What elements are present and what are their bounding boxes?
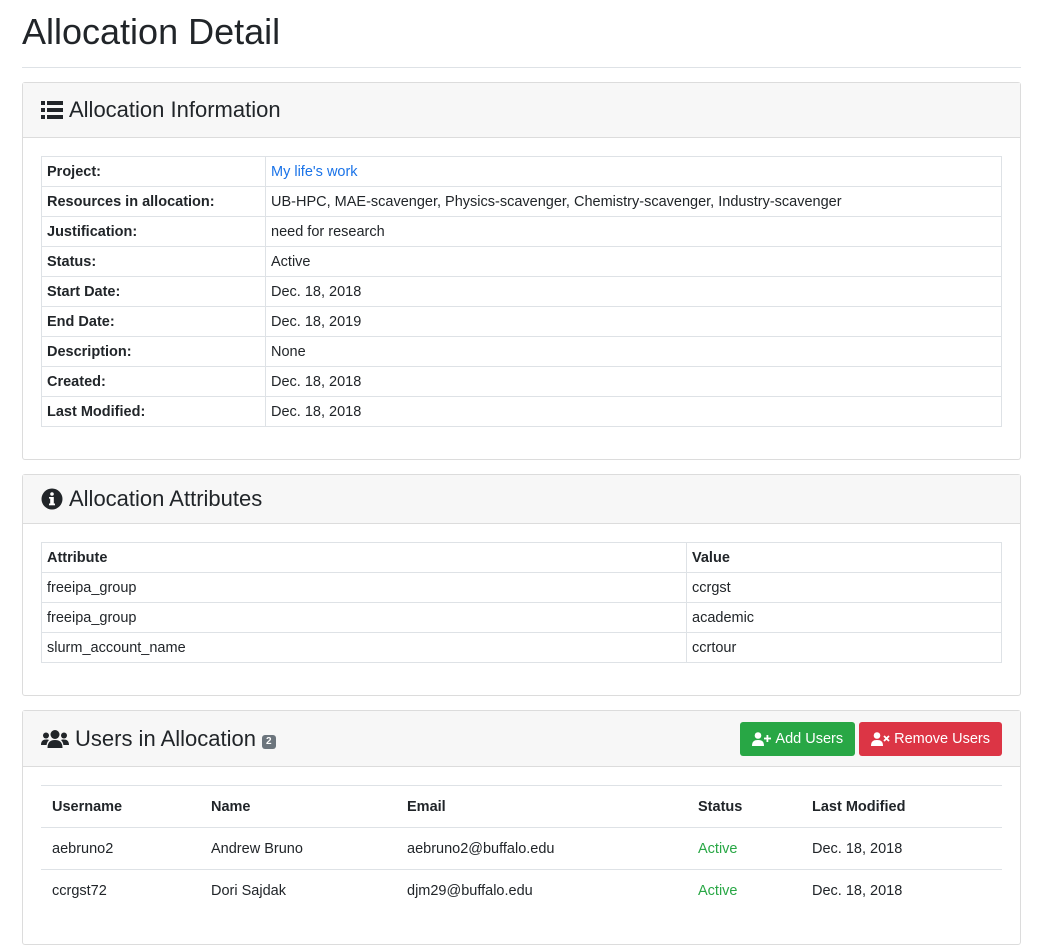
info-value: Dec. 18, 2018 <box>265 396 1002 427</box>
info-label: Status: <box>41 246 266 277</box>
table-header-row: Username Name Email Status Last Modified <box>41 785 1002 828</box>
user-plus-icon <box>752 731 772 746</box>
card-title-text: Allocation Information <box>69 97 281 122</box>
user-actions: Add Users Remove Users <box>740 721 1002 756</box>
info-row: Project: My life's work <box>41 156 1002 187</box>
table-row: ccrgst72 Dori Sajdak djm29@buffalo.edu Acti… <box>41 869 1002 912</box>
info-row: End Date: Dec. 18, 2019 <box>41 306 1002 337</box>
card-title-text: Allocation Attributes <box>69 486 263 511</box>
allocation-information-card: Allocation Information Project: My life's… <box>22 82 1021 460</box>
user-last-modified-cell: Dec. 18, 2018 <box>801 827 1002 870</box>
info-value: UB-HPC, MAE-scavenger, Physics-scavenger… <box>265 186 1002 217</box>
table-row: aebruno2 Andrew Bruno aebruno2@buffalo.edu… <box>41 827 1002 870</box>
info-row: Last Modified: Dec. 18, 2018 <box>41 396 1002 427</box>
info-label: End Date: <box>41 306 266 337</box>
card-body: Attribute Value freeipa_group ccrgst freei… <box>23 524 1020 695</box>
user-name-cell: Dori Sajdak <box>200 869 396 912</box>
info-row: Description: None <box>41 336 1002 367</box>
card-header: Allocation Attributes <box>23 475 1020 524</box>
column-header-name: Name <box>200 785 396 828</box>
info-row: Resources in allocation: UB-HPC, MAE-scav… <box>41 186 1002 217</box>
card-title-text: Users in Allocation <box>75 725 256 751</box>
user-times-icon <box>871 731 890 746</box>
user-username-cell: aebruno2 <box>41 827 200 870</box>
attribute-attribute-cell: freeipa_group <box>41 572 687 603</box>
divider <box>22 67 1021 68</box>
column-header-last-modified: Last Modified <box>801 785 1002 828</box>
info-label: Created: <box>41 366 266 397</box>
info-value: need for research <box>265 216 1002 247</box>
attribute-value-cell: ccrgst <box>686 572 1002 603</box>
user-count-badge: 2 <box>261 734 276 749</box>
info-circle-icon <box>41 488 63 510</box>
user-email-cell: aebruno2@buffalo.edu <box>396 827 687 870</box>
users-table: Username Name Email Status Last Modified… <box>41 785 1002 912</box>
column-header-email: Email <box>396 785 687 828</box>
info-label: Project: <box>41 156 266 187</box>
info-value: Dec. 18, 2018 <box>265 276 1002 307</box>
user-last-modified-cell: Dec. 18, 2018 <box>801 869 1002 912</box>
users-icon <box>41 729 69 748</box>
user-status-cell: Active <box>687 827 801 870</box>
info-value: Dec. 18, 2019 <box>265 306 1002 337</box>
info-label: Start Date: <box>41 276 266 307</box>
card-title: Allocation Attributes <box>41 486 262 512</box>
column-header-status: Status <box>687 785 801 828</box>
user-email-cell: djm29@buffalo.edu <box>396 869 687 912</box>
attribute-attribute-cell: slurm_account_name <box>41 632 687 663</box>
info-row: Justification: need for research <box>41 216 1002 247</box>
column-header-value: Value <box>686 542 1002 573</box>
info-label: Description: <box>41 336 266 367</box>
project-link[interactable]: My life's work <box>271 164 358 180</box>
add-users-button[interactable]: Add Users <box>740 721 856 756</box>
info-value: Dec. 18, 2018 <box>265 366 1002 397</box>
page-title: Allocation Detail <box>22 11 281 52</box>
card-title: Users in Allocation 2 <box>41 726 276 752</box>
attribute-value-cell: academic <box>686 602 1002 633</box>
user-name-cell: Andrew Bruno <box>200 827 396 870</box>
user-status-cell: Active <box>687 869 801 912</box>
info-row: Created: Dec. 18, 2018 <box>41 366 1002 397</box>
add-users-label: Add Users <box>775 730 844 747</box>
info-label: Last Modified: <box>41 396 266 427</box>
attribute-value-cell: ccrtour <box>686 632 1002 663</box>
card-header: Users in Allocation 2 Add Users Remove U… <box>23 711 1020 767</box>
page: Allocation Detail Allocation Information… <box>0 0 1042 945</box>
attribute-attribute-cell: freeipa_group <box>41 602 687 633</box>
card-body: Project: My life's work Resources in alloc… <box>23 138 1020 459</box>
info-label: Resources in allocation: <box>41 186 266 217</box>
remove-users-label: Remove Users <box>894 730 990 747</box>
info-label: Justification: <box>41 216 266 247</box>
allocation-info-table: Project: My life's work Resources in alloc… <box>41 156 1002 427</box>
info-row: Status: Active <box>41 246 1002 277</box>
user-username-cell: ccrgst72 <box>41 869 200 912</box>
table-header-row: Attribute Value <box>41 542 1002 573</box>
info-value: Active <box>265 246 1002 277</box>
column-header-attribute: Attribute <box>41 542 687 573</box>
remove-users-button[interactable]: Remove Users <box>859 721 1002 756</box>
info-row: Start Date: Dec. 18, 2018 <box>41 276 1002 307</box>
table-row: freeipa_group academic <box>41 602 1002 633</box>
allocation-attributes-card: Allocation Attributes Attribute Value fr… <box>22 474 1021 696</box>
info-value: My life's work <box>265 156 1002 187</box>
column-header-username: Username <box>41 785 200 828</box>
users-in-allocation-card: Users in Allocation 2 Add Users Remove U… <box>22 710 1021 945</box>
card-body: Username Name Email Status Last Modified… <box>23 767 1020 944</box>
card-title: Allocation Information <box>41 97 281 123</box>
info-value: None <box>265 336 1002 367</box>
table-row: freeipa_group ccrgst <box>41 572 1002 603</box>
table-row: slurm_account_name ccrtour <box>41 632 1002 663</box>
allocation-attributes-table: Attribute Value freeipa_group ccrgst freei… <box>41 542 1002 663</box>
list-icon <box>41 101 63 119</box>
card-header: Allocation Information <box>23 83 1020 138</box>
